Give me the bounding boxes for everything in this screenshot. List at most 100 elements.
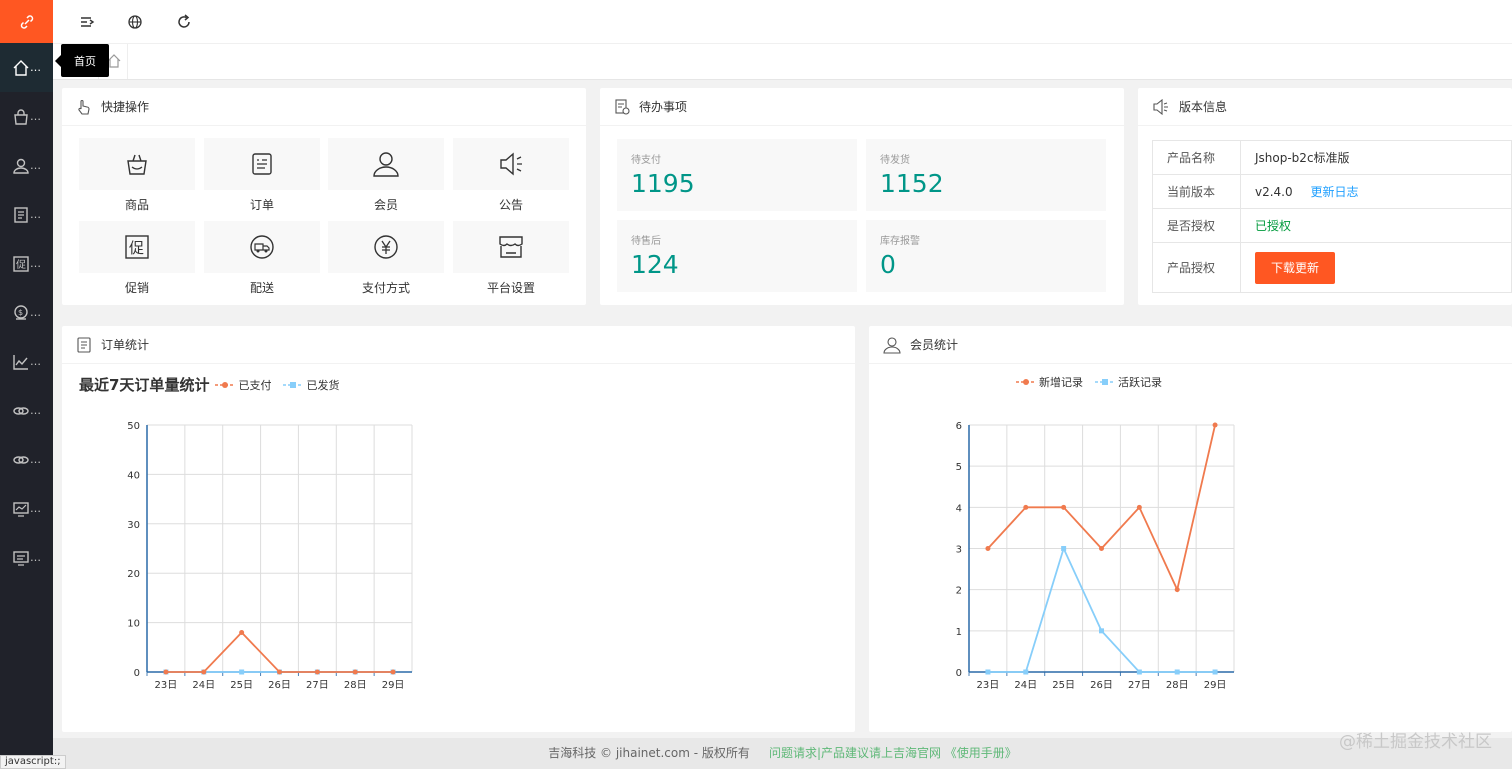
data-point[interactable] [239, 629, 245, 635]
y-tick-label: 10 [127, 619, 140, 630]
footer-links[interactable]: 问题请求|产品建议请上吉海官网 《使用手册》 [769, 746, 1017, 760]
todo-value: 1152 [880, 169, 944, 198]
shortcut-label: 会员 [373, 198, 398, 212]
data-point[interactable] [277, 669, 282, 675]
sidebar: … … … … 促 … $ … … … … … … [0, 0, 53, 769]
data-point[interactable] [1023, 504, 1029, 510]
link-icon [20, 14, 33, 29]
data-point[interactable] [985, 669, 991, 675]
data-point[interactable] [1061, 504, 1067, 510]
x-tick-label: 25日 [1052, 680, 1075, 691]
legend-swatch [283, 381, 304, 388]
table-row: 产品授权 下载更新 [1152, 242, 1512, 293]
data-point[interactable] [1136, 669, 1142, 675]
document-icon [14, 206, 28, 223]
data-point[interactable] [1061, 546, 1067, 551]
sidebar-item-member[interactable]: … [0, 141, 53, 190]
data-point[interactable] [390, 669, 396, 675]
shortcut-label: 公告 [498, 198, 523, 212]
shortcut-member[interactable] [328, 138, 444, 190]
monitor-icon [13, 550, 29, 566]
sidebar-item-order[interactable]: … [0, 190, 53, 239]
menu-collapse-icon[interactable] [78, 13, 96, 31]
sidebar-item-report[interactable]: … [0, 337, 53, 386]
x-tick-label: 25日 [230, 680, 253, 691]
shortcut-promotion[interactable]: 促 [79, 221, 195, 273]
data-point[interactable] [1099, 628, 1104, 634]
home-icon [13, 59, 29, 76]
globe-icon[interactable] [126, 13, 144, 31]
x-tick-label: 27日 [306, 680, 329, 691]
todo-stock-alert[interactable]: 库存报警 0 [866, 220, 1106, 292]
sidebar-item-goods[interactable]: … [0, 92, 53, 141]
todo-label: 待售后 [631, 236, 661, 247]
legend-item[interactable]: 活跃记录 [1095, 374, 1162, 390]
legend-swatch [1016, 379, 1036, 385]
legend-item[interactable]: 已支付 [215, 377, 271, 393]
shortcut-label: 支付方式 [361, 281, 410, 295]
refresh-icon[interactable] [175, 13, 193, 31]
tooltip: 首页 [55, 44, 109, 77]
sidebar-item-monitor-2[interactable]: … [0, 533, 53, 582]
x-tick-label: 23日 [977, 680, 1000, 691]
data-point[interactable] [1023, 669, 1029, 675]
card-header: 版本信息 [1138, 88, 1512, 126]
version-number: v2.4.0 [1255, 185, 1293, 199]
sidebar-item-finance[interactable]: $ … [0, 288, 53, 337]
data-point[interactable] [985, 546, 991, 551]
sidebar-item-label: … [30, 257, 41, 270]
data-point[interactable] [1174, 669, 1180, 675]
sidebar-item-link-1[interactable]: … [0, 386, 53, 435]
changelog-link[interactable]: 更新日志 [1310, 185, 1358, 199]
data-point[interactable] [1212, 422, 1218, 428]
copyright-text: 吉海科技 © jihainet.com - 版权所有 [548, 746, 750, 760]
sidebar-item-label: … [30, 404, 41, 417]
y-tick-label: 50 [127, 421, 140, 432]
data-point[interactable] [352, 669, 358, 675]
sidebar-item-label: … [30, 306, 41, 319]
data-point[interactable] [163, 669, 169, 675]
truck-icon [250, 235, 274, 259]
shortcut-settings[interactable] [453, 221, 569, 273]
series-line [987, 545, 1216, 673]
shortcut-delivery[interactable] [204, 221, 320, 273]
shortcut-notice[interactable] [453, 138, 569, 190]
tab-bar [53, 44, 1512, 80]
todo-value: 124 [631, 250, 679, 279]
data-point[interactable] [314, 669, 320, 675]
sidebar-item-home[interactable]: … [0, 43, 53, 92]
row-value-cell: 下载更新 [1240, 242, 1512, 293]
link-icon [13, 406, 29, 415]
data-point[interactable] [1136, 504, 1142, 510]
sidebar-item-monitor-1[interactable]: … [0, 484, 53, 533]
todo-pending-payment[interactable]: 待支付 1195 [617, 139, 857, 211]
top-bar [53, 0, 1512, 44]
shortcut-order[interactable] [204, 138, 320, 190]
x-tick-label: 29日 [1204, 680, 1227, 691]
data-point[interactable] [1174, 587, 1180, 593]
card-title: 版本信息 [1179, 100, 1228, 114]
legend-item[interactable]: 已发货 [283, 377, 339, 393]
logo[interactable] [0, 0, 53, 43]
todo-pending-shipment[interactable]: 待发货 1152 [866, 139, 1106, 211]
sidebar-item-label: … [30, 159, 41, 172]
auth-status: 已授权 [1240, 208, 1512, 243]
shortcut-label: 订单 [249, 198, 274, 212]
download-update-button[interactable]: 下载更新 [1255, 251, 1336, 284]
y-tick-label: 20 [127, 569, 140, 580]
data-point[interactable] [1212, 669, 1218, 675]
table-row: 是否授权 已授权 [1152, 208, 1512, 243]
data-point[interactable] [239, 669, 245, 675]
sidebar-item-promotion[interactable]: 促 … [0, 239, 53, 288]
row-value-cell: v2.4.0 更新日志 [1240, 174, 1512, 209]
x-tick-label: 28日 [344, 680, 367, 691]
shortcut-goods[interactable] [79, 138, 195, 190]
data-point[interactable] [201, 669, 207, 675]
legend-item[interactable]: 新增记录 [1016, 374, 1083, 390]
shortcut-payment[interactable] [328, 221, 444, 273]
task-icon [615, 98, 630, 115]
sidebar-item-link-2[interactable]: … [0, 435, 53, 484]
data-point[interactable] [1099, 546, 1104, 551]
todo-after-sale[interactable]: 待售后 124 [617, 220, 857, 292]
yen-icon [374, 235, 398, 259]
